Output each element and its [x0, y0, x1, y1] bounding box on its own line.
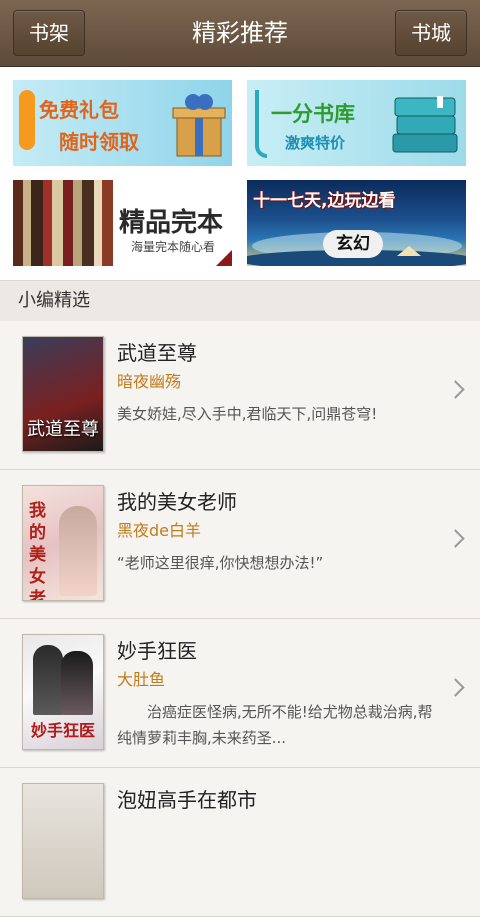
cover-title: 武道至尊 [27, 419, 99, 440]
banner-line1: 免费礼包 [39, 98, 119, 122]
cover-figure [61, 651, 93, 715]
book-description: 治癌症医怪病,无所不能!给尤物总裁治病,帮纯情萝莉丰胸,未来药圣... [117, 703, 433, 747]
books-icon [392, 96, 458, 153]
book-title: 妙手狂医 [117, 639, 197, 663]
book-author: 黑夜de白羊 [117, 521, 202, 540]
bookshelf-image [13, 180, 113, 266]
book-description: “老师这里很痒,你快想想办法!” [117, 554, 324, 572]
cover-figure [59, 506, 97, 596]
top-bar: 书架 精彩推荐 书城 [0, 0, 480, 67]
book-cover [22, 783, 104, 899]
cover-title: 我的美女老师 [29, 501, 46, 601]
corner-decoration [216, 250, 232, 266]
list-item[interactable]: 我的美女老师 我的美女老师 黑夜de白羊 “老师这里很痒,你快想想办法!” [0, 470, 480, 619]
book-cover: 妙手狂医 [22, 634, 104, 750]
banner-holiday-fantasy[interactable]: 十一七天,边玩边看 玄幻 [247, 180, 466, 266]
list-item[interactable]: 泡妞高手在都市 [0, 768, 480, 917]
cover-figure [33, 645, 63, 715]
banner-free-gift[interactable]: 免费礼包 随时领取 [13, 80, 232, 166]
book-author: 大肚鱼 [117, 670, 166, 689]
banner-grid: 免费礼包 随时领取 一分书库 激爽特价 精品完本 海量完本随心看 十一七天,边玩… [0, 67, 480, 280]
banner-line1: 十一七天,边玩边看 [253, 191, 396, 211]
banner-complete-books[interactable]: 精品完本 海量完本随心看 [13, 180, 232, 266]
banner-line1: 精品完本 [119, 208, 224, 238]
i-logo-icon [19, 90, 35, 150]
chevron-right-icon [446, 529, 465, 548]
banner-line2: 激爽特价 [285, 134, 346, 152]
book-title: 泡妞高手在都市 [117, 788, 257, 812]
book-author: 暗夜幽殇 [117, 372, 182, 391]
cover-title: 妙手狂医 [30, 721, 95, 740]
book-list: 武道至尊 武道至尊 暗夜幽殇 美女娇娃,尽入手中,君临天下,问鼎苍穹! 我的美女… [0, 321, 480, 917]
banner-penny-library[interactable]: 一分书库 激爽特价 [247, 80, 466, 166]
list-item[interactable]: 妙手狂医 妙手狂医 大肚鱼 治癌症医怪病,无所不能!给尤物总裁治病,帮纯情萝莉丰… [0, 619, 480, 768]
book-cover: 我的美女老师 [22, 485, 104, 601]
gift-icon [172, 94, 226, 157]
book-cover: 武道至尊 [22, 336, 104, 452]
editors-picks-header: 小编精选 [0, 280, 480, 322]
section-title: 小编精选 [18, 290, 90, 311]
chevron-right-icon [446, 380, 465, 399]
banner-line2: 海量完本随心看 [131, 240, 216, 254]
book-description: 美女娇娃,尽入手中,君临天下,问鼎苍穹! [117, 405, 378, 423]
chevron-right-icon [446, 678, 465, 697]
l-logo-icon [255, 90, 267, 158]
banner-line1: 一分书库 [271, 102, 355, 126]
book-title: 我的美女老师 [117, 490, 237, 514]
bookstore-button[interactable]: 书城 [395, 10, 467, 56]
banner-line2: 随时领取 [59, 130, 139, 154]
banner-line2: 玄幻 [323, 230, 383, 258]
book-title: 武道至尊 [117, 341, 197, 365]
list-item[interactable]: 武道至尊 武道至尊 暗夜幽殇 美女娇娃,尽入手中,君临天下,问鼎苍穹! [0, 321, 480, 470]
